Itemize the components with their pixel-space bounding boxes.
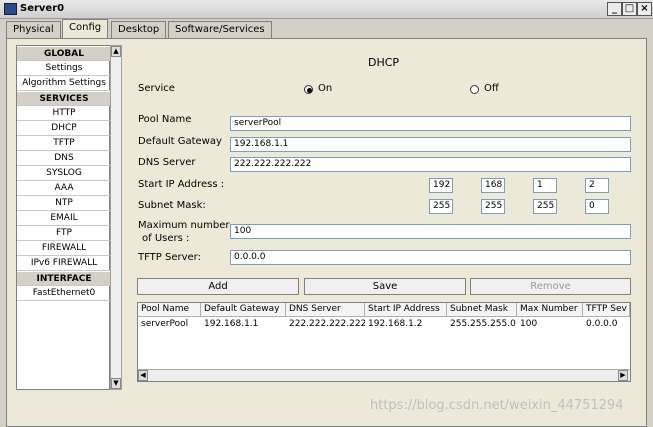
service-label: Service	[138, 83, 175, 94]
col-tftp-server[interactable]: TFTP Sev	[583, 303, 630, 317]
service-on-radio[interactable]	[304, 85, 313, 94]
start-ip-octet-2[interactable]: 168	[481, 178, 505, 193]
nav-item-ntp[interactable]: NTP	[17, 196, 111, 211]
service-off-label: Off	[484, 83, 499, 94]
nav-item-firewall[interactable]: FIREWALL	[17, 241, 111, 256]
nav-header-interface: INTERFACE	[17, 271, 111, 286]
gateway-input[interactable]: 192.168.1.1	[230, 137, 631, 152]
nav-item-http[interactable]: HTTP	[17, 106, 111, 121]
table-horizontal-scrollbar[interactable]: ◀ ▶	[138, 369, 630, 381]
nav-item-tftp[interactable]: TFTP	[17, 136, 111, 151]
nav-scrollbar[interactable]: ▲ ▼	[110, 45, 122, 390]
table-cell-pool-name[interactable]: serverPool	[138, 318, 201, 331]
subnet-octet-4[interactable]: 0	[585, 199, 609, 214]
max-users-input[interactable]: 100	[230, 224, 631, 239]
nav-item-fastethernet0[interactable]: FastEthernet0	[17, 286, 111, 301]
subnet-octet-3[interactable]: 255	[533, 199, 557, 214]
scroll-up-icon[interactable]: ▲	[111, 46, 121, 57]
pool-table: Pool Name Default Gateway DNS Server Sta…	[137, 302, 631, 382]
col-subnet-mask[interactable]: Subnet Mask	[447, 303, 517, 317]
tab-desktop[interactable]: Desktop	[111, 21, 167, 38]
nav-item-algorithm-settings[interactable]: Algorithm Settings	[17, 76, 111, 91]
nav-item-ipv6-firewall[interactable]: IPv6 FIREWALL	[17, 256, 111, 271]
nav-item-aaa[interactable]: AAA	[17, 181, 111, 196]
tab-software-services[interactable]: Software/Services	[168, 21, 272, 38]
gateway-label: Default Gateway	[138, 136, 222, 147]
title-bar: Server0 _ □ ×	[0, 0, 653, 19]
nav-header-global: GLOBAL	[17, 46, 111, 61]
subnet-octet-2[interactable]: 255	[481, 199, 505, 214]
dns-input[interactable]: 222.222.222.222	[230, 157, 631, 172]
tab-bar: Physical Config Desktop Software/Service…	[0, 19, 653, 38]
service-off-radio[interactable]	[470, 85, 479, 94]
start-ip-octet-1[interactable]: 192	[429, 178, 453, 193]
table-cell-max-number[interactable]: 100	[517, 318, 583, 331]
col-max-number[interactable]: Max Number	[517, 303, 583, 317]
save-button[interactable]: Save	[304, 278, 466, 295]
scroll-left-icon[interactable]: ◀	[138, 370, 148, 381]
pool-name-input[interactable]: serverPool	[230, 116, 631, 131]
max-users-label-line2: of Users :	[142, 233, 190, 244]
dhcp-title: DHCP	[368, 56, 400, 69]
table-cell-start-ip[interactable]: 192.168.1.2	[365, 318, 447, 331]
nav-item-dns[interactable]: DNS	[17, 151, 111, 166]
minimize-icon[interactable]: _	[607, 2, 622, 16]
col-default-gateway[interactable]: Default Gateway	[201, 303, 286, 317]
nav-item-ftp[interactable]: FTP	[17, 226, 111, 241]
window-title: Server0	[20, 3, 65, 14]
table-cell-gateway[interactable]: 192.168.1.1	[201, 318, 286, 331]
nav-item-syslog[interactable]: SYSLOG	[17, 166, 111, 181]
scroll-right-icon[interactable]: ▶	[618, 370, 628, 381]
tab-config[interactable]: Config	[62, 19, 109, 38]
col-dns-server[interactable]: DNS Server	[286, 303, 365, 317]
tftp-label: TFTP Server:	[138, 252, 201, 263]
nav-item-dhcp[interactable]: DHCP	[17, 121, 111, 136]
config-nav-list: GLOBAL Settings Algorithm Settings SERVI…	[16, 45, 111, 390]
nav-item-settings[interactable]: Settings	[17, 61, 111, 76]
subnet-label: Subnet Mask:	[138, 200, 206, 211]
col-start-ip[interactable]: Start IP Address	[365, 303, 447, 317]
max-users-label-line1: Maximum number	[138, 220, 230, 231]
server-app-icon	[4, 3, 17, 15]
scroll-down-icon[interactable]: ▼	[111, 378, 121, 389]
start-ip-octet-4[interactable]: 2	[585, 178, 609, 193]
pool-name-label: Pool Name	[138, 114, 192, 125]
add-button[interactable]: Add	[137, 278, 299, 295]
start-ip-octet-3[interactable]: 1	[533, 178, 557, 193]
remove-button[interactable]: Remove	[470, 278, 631, 295]
table-cell-dns[interactable]: 222.222.222.222	[286, 318, 365, 331]
col-pool-name[interactable]: Pool Name	[138, 303, 201, 317]
tab-physical[interactable]: Physical	[6, 21, 61, 38]
nav-item-email[interactable]: EMAIL	[17, 211, 111, 226]
table-cell-tftp[interactable]: 0.0.0.0	[583, 318, 630, 331]
watermark-text: https://blog.csdn.net/weixin_44751294	[370, 398, 624, 413]
dns-label: DNS Server	[138, 157, 196, 168]
close-icon[interactable]: ×	[637, 2, 652, 16]
table-cell-subnet[interactable]: 255.255.255.0	[447, 318, 517, 331]
service-on-label: On	[318, 83, 333, 94]
maximize-icon[interactable]: □	[622, 2, 637, 16]
tftp-input[interactable]: 0.0.0.0	[230, 250, 631, 265]
nav-header-services: SERVICES	[17, 91, 111, 106]
subnet-octet-1[interactable]: 255	[429, 199, 453, 214]
start-ip-label: Start IP Address :	[138, 179, 225, 190]
